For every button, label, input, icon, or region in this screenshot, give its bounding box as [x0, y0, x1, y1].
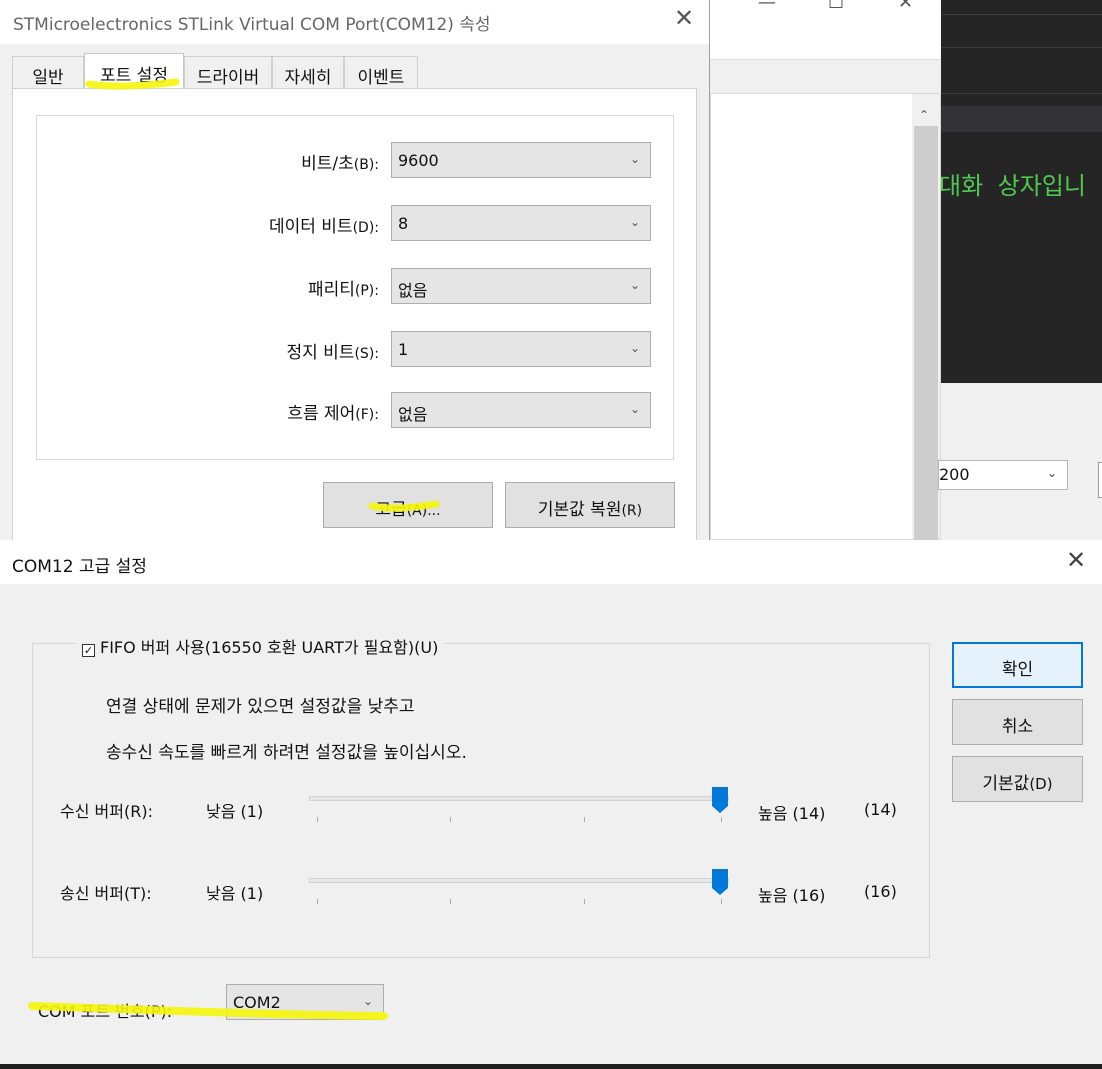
chevron-down-icon: ⌄ — [1046, 466, 1057, 480]
fifo-checkbox[interactable]: ✓ FIFO 버퍼 사용(16550 호환 UART가 필요함)(U) — [76, 634, 445, 658]
ok-button[interactable]: 확인 — [952, 642, 1083, 688]
transmit-buffer-high-label: 높음 (16) — [758, 886, 826, 905]
flow-control-row: 흐름 제어(F): 없음 ⌄ — [37, 392, 673, 428]
terminal-toolbar — [941, 106, 1102, 132]
receive-buffer-low-label: 낮음 (1) — [206, 802, 264, 821]
background-button[interactable] — [1098, 462, 1102, 498]
chevron-down-icon: ⌄ — [629, 341, 640, 355]
terminal-text: 대화 상자입니 — [939, 172, 1086, 200]
close-icon[interactable]: ✕ — [1066, 546, 1086, 574]
maximize-icon[interactable]: ☐ — [828, 0, 844, 13]
bits-per-second-select[interactable]: 9600 ⌄ — [391, 142, 651, 178]
background-text-area: ⌃ — [710, 93, 941, 546]
chevron-down-icon: ⌄ — [629, 152, 640, 166]
slider-tick — [721, 899, 722, 904]
tab-events[interactable]: 이벤트 — [344, 56, 418, 89]
data-bits-row: 데이터 비트(D): 8 ⌄ — [37, 205, 673, 241]
properties-titlebar: STMicroelectronics STLink Virtual COM Po… — [0, 0, 709, 44]
restore-defaults-button[interactable]: 기본값 복원(R) — [505, 482, 675, 528]
flow-control-label: 흐름 제어(F): — [287, 404, 379, 424]
slider-thumb[interactable] — [711, 868, 729, 896]
slider-tick — [583, 817, 585, 822]
slider-tick — [583, 899, 585, 904]
defaults-button[interactable]: 기본값(D) — [952, 756, 1083, 802]
receive-buffer-high-label: 높음 (14) — [758, 804, 826, 823]
com-port-select[interactable]: COM2 ⌄ — [226, 984, 384, 1020]
slider-tick — [317, 817, 318, 822]
slider-thumb[interactable] — [711, 786, 729, 814]
close-icon[interactable]: ✕ — [898, 0, 913, 13]
close-icon[interactable]: ✕ — [674, 4, 694, 32]
baud-select-value: 200 — [939, 465, 970, 484]
scroll-up-icon[interactable]: ⌃ — [919, 108, 929, 122]
background-titlebar: — ☐ ✕ — [700, 0, 941, 60]
advanced-button[interactable]: 고급(A)... — [323, 482, 493, 528]
dialog-title: STMicroelectronics STLink Virtual COM Po… — [13, 15, 491, 35]
transmit-buffer-value: (16) — [864, 882, 897, 901]
tab-details[interactable]: 자세히 — [272, 56, 344, 89]
stop-bits-row: 정지 비트(S): 1 ⌄ — [37, 331, 673, 367]
slider-tick — [450, 899, 452, 904]
bits-per-second-row: 비트/초(B): 9600 ⌄ — [37, 142, 673, 178]
chevron-down-icon: ⌄ — [629, 278, 640, 292]
taskbar-edge — [0, 1064, 1102, 1069]
port-properties-dialog: STMicroelectronics STLink Virtual COM Po… — [0, 0, 710, 548]
parity-row: 패리티(P): 없음 ⌄ — [37, 268, 673, 304]
flow-control-select[interactable]: 없음 ⌄ — [391, 392, 651, 428]
stop-bits-select[interactable]: 1 ⌄ — [391, 331, 651, 367]
stop-bits-label: 정지 비트(S): — [286, 343, 380, 363]
cancel-button[interactable]: 취소 — [952, 699, 1083, 745]
checkbox-icon[interactable]: ✓ — [82, 644, 95, 657]
transmit-buffer-slider[interactable] — [309, 878, 729, 883]
tab-port-settings[interactable]: 포트 설정 — [84, 53, 184, 90]
receive-buffer-label: 수신 버퍼(R): — [60, 802, 153, 821]
receive-buffer-row: 수신 버퍼(R): 낮음 (1) 높음 (14) (14) — [0, 787, 960, 836]
bits-per-second-label: 비트/초(B): — [301, 154, 379, 174]
note-line-2: 송수신 속도를 빠르게 하려면 설정값을 높이십시오. — [106, 743, 467, 763]
fifo-checkbox-label: FIFO 버퍼 사용(16550 호환 UART가 필요함)(U) — [100, 638, 439, 657]
scrollbar[interactable]: ⌃ — [912, 94, 940, 546]
parity-select[interactable]: 없음 ⌄ — [391, 268, 651, 304]
note-line-1: 연결 상태에 문제가 있으면 설정값을 낮추고 — [106, 697, 415, 717]
transmit-buffer-row: 송신 버퍼(T): 낮음 (1) 높음 (16) (16) — [0, 869, 960, 918]
baud-select[interactable]: 200 ⌄ — [938, 460, 1068, 490]
scrollbar-thumb[interactable] — [914, 126, 938, 546]
dialog-title: COM12 고급 설정 — [12, 557, 147, 577]
transmit-buffer-low-label: 낮음 (1) — [206, 884, 264, 903]
transmit-buffer-label: 송신 버퍼(T): — [60, 884, 152, 903]
advanced-settings-dialog: COM12 고급 설정 ✕ ✓ FIFO 버퍼 사용(16550 호환 UART가… — [0, 540, 1102, 1064]
chevron-down-icon: ⌄ — [362, 994, 373, 1008]
minimize-icon[interactable]: — — [758, 0, 776, 13]
port-settings-group: 비트/초(B): 9600 ⌄ 데이터 비트(D): 8 ⌄ 패리티(P): 없음 ⌄… — [36, 115, 674, 460]
background-window: — ☐ ✕ ⌃ 대화 상자입니 200 ⌄ — [700, 0, 1102, 546]
parity-label: 패리티(P): — [307, 280, 379, 300]
terminal-panel: 대화 상자입니 — [939, 0, 1102, 383]
tab-driver[interactable]: 드라이버 — [184, 56, 272, 89]
data-bits-select[interactable]: 8 ⌄ — [391, 205, 651, 241]
receive-buffer-slider[interactable] — [309, 796, 729, 801]
com-port-label: COM 포트 번호(P): — [38, 1002, 173, 1021]
chevron-down-icon: ⌄ — [629, 215, 640, 229]
data-bits-label: 데이터 비트(D): — [268, 217, 379, 237]
tab-general[interactable]: 일반 — [12, 56, 84, 89]
receive-buffer-value: (14) — [864, 800, 897, 819]
slider-tick — [317, 899, 318, 904]
port-settings-panel: 비트/초(B): 9600 ⌄ 데이터 비트(D): 8 ⌄ 패리티(P): 없음 ⌄… — [12, 88, 697, 548]
slider-tick — [721, 817, 722, 822]
slider-tick — [450, 817, 452, 822]
chevron-down-icon: ⌄ — [629, 402, 640, 416]
advanced-titlebar: COM12 고급 설정 ✕ — [0, 540, 1102, 584]
